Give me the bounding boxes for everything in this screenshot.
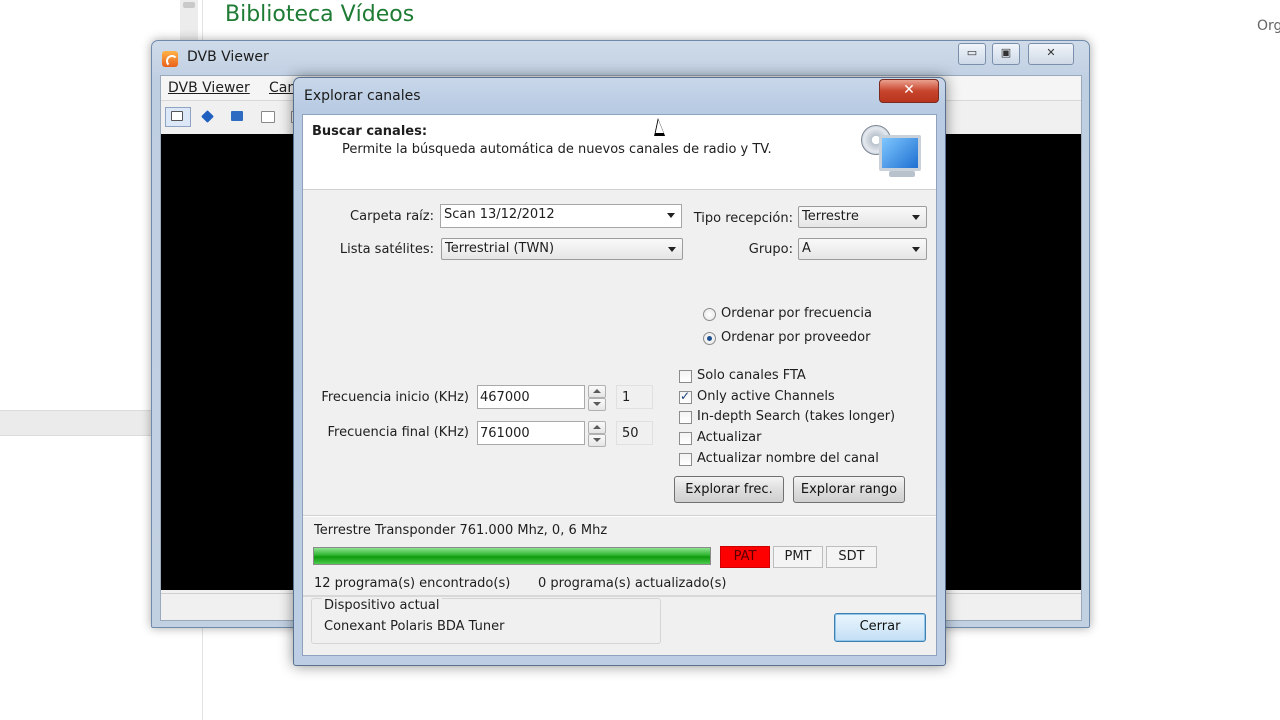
carpeta-raiz-value: Scan 13/12/2012 xyxy=(444,207,555,222)
explorar-canales-dialog: Explorar canales ✕ Buscar canales: Permi… xyxy=(293,77,946,666)
header-description: Permite la búsqueda automática de nuevos… xyxy=(342,142,772,157)
dispositivo-actual-legend: Dispositivo actual xyxy=(322,598,442,613)
dvb-viewer-app-icon xyxy=(162,51,178,67)
grupo-label: Grupo: xyxy=(748,242,793,257)
grupo-combo[interactable]: A xyxy=(798,238,927,260)
carpeta-raiz-combo[interactable]: Scan 13/12/2012 xyxy=(440,204,682,228)
checkbox-only-active[interactable] xyxy=(679,389,692,404)
progress-fill xyxy=(314,548,710,564)
pat-indicator: PAT xyxy=(720,546,770,568)
device-name: Conexant Polaris BDA Tuner xyxy=(324,619,505,634)
frecuencia-final-spinner[interactable] xyxy=(588,421,606,447)
tipo-recepcion-combo[interactable]: Terrestre xyxy=(798,206,927,228)
dialog-client: Buscar canales: Permite la búsqueda auto… xyxy=(302,114,937,656)
radio-ordenar-proveedor[interactable] xyxy=(703,332,716,345)
actualizar-label: Actualizar xyxy=(697,430,762,445)
sdt-indicator: SDT xyxy=(826,546,877,568)
checkbox-in-depth[interactable] xyxy=(679,411,692,424)
programs-updated: 0 programa(s) actualizado(s) xyxy=(538,576,727,591)
checkbox-actualizar-nombre[interactable] xyxy=(679,453,692,466)
pmt-indicator: PMT xyxy=(773,546,823,568)
frecuencia-inicio-value: 467000 xyxy=(480,390,530,405)
explorar-frec-button[interactable]: Explorar frec. xyxy=(674,476,784,503)
explorar-rango-button[interactable]: Explorar rango xyxy=(793,476,905,503)
solo-fta-label: Solo canales FTA xyxy=(697,368,806,383)
programs-found: 12 programa(s) encontrado(s) xyxy=(314,576,511,591)
library-title: Biblioteca Vídeos xyxy=(225,2,415,27)
checkbox-actualizar[interactable] xyxy=(679,432,692,445)
carpeta-raiz-label: Carpeta raíz: xyxy=(350,209,434,224)
in-depth-label: In-depth Search (takes longer) xyxy=(697,409,896,424)
menu-dvb-viewer[interactable]: DVB Viewer xyxy=(168,80,250,96)
header-title: Buscar canales: xyxy=(312,124,428,139)
actualizar-nombre-label: Actualizar nombre del canal xyxy=(697,451,879,466)
tipo-recepcion-label: Tipo recepción: xyxy=(693,211,793,226)
frecuencia-inicio-spinner[interactable] xyxy=(588,385,606,411)
computer-disc-icon xyxy=(859,121,925,185)
chevron-down-icon xyxy=(667,213,675,218)
frecuencia-final-step-value: 50 xyxy=(622,426,639,441)
frecuencia-inicio-step-value: 1 xyxy=(622,390,631,405)
dialog-header: Buscar canales: Permite la búsqueda auto… xyxy=(303,115,936,190)
frecuencia-final-label: Frecuencia final (KHz) xyxy=(327,425,469,440)
cerrar-button[interactable]: Cerrar xyxy=(834,613,926,642)
frecuencia-final-step[interactable]: 50 xyxy=(616,421,653,445)
dialog-close-button[interactable]: ✕ xyxy=(879,79,939,103)
chevron-down-icon xyxy=(912,247,920,252)
frecuencia-inicio-input[interactable]: 467000 xyxy=(477,385,585,409)
organize-menu[interactable]: Org xyxy=(1257,18,1280,34)
separator xyxy=(303,515,936,517)
frecuencia-inicio-step[interactable]: 1 xyxy=(616,385,653,409)
lista-satelites-combo[interactable]: Terrestrial (TWN) xyxy=(441,238,683,260)
lista-satelites-value: Terrestrial (TWN) xyxy=(445,241,555,256)
dispositivo-actual-group: Dispositivo actual Conexant Polaris BDA … xyxy=(311,598,661,644)
dialog-title: Explorar canales xyxy=(304,88,421,104)
scan-progress-bar xyxy=(313,547,711,565)
normal-view-icon[interactable] xyxy=(165,107,191,127)
dvb-viewer-title: DVB Viewer xyxy=(187,49,269,65)
osd-icon[interactable] xyxy=(255,107,281,127)
minimize-button[interactable]: ▭ xyxy=(958,43,986,65)
explorer-scrollbar[interactable] xyxy=(180,0,198,40)
separator xyxy=(303,595,936,597)
frecuencia-final-input[interactable]: 761000 xyxy=(477,421,585,445)
tipo-recepcion-value: Terrestre xyxy=(802,209,859,224)
checkbox-solo-fta[interactable] xyxy=(679,370,692,383)
frecuencia-inicio-label: Frecuencia inicio (KHz) xyxy=(321,390,469,405)
teletext-icon[interactable] xyxy=(225,107,251,127)
chevron-down-icon xyxy=(668,247,676,252)
ordenar-proveedor-label: Ordenar por proveedor xyxy=(721,330,871,345)
grupo-value: A xyxy=(802,241,811,256)
lista-satelites-label: Lista satélites: xyxy=(339,242,434,257)
chevron-down-icon xyxy=(912,215,920,220)
maximize-button[interactable]: ▣ xyxy=(992,43,1020,65)
radio-ordenar-frecuencia[interactable] xyxy=(703,308,716,321)
transponder-status: Terrestre Transponder 761.000 Mhz, 0, 6 … xyxy=(314,523,608,538)
ordenar-frecuencia-label: Ordenar por frecuencia xyxy=(721,306,872,321)
only-active-label: Only active Channels xyxy=(697,389,835,404)
frecuencia-final-value: 761000 xyxy=(480,426,530,441)
fullscreen-icon[interactable] xyxy=(195,107,221,127)
close-window-button[interactable]: ✕ xyxy=(1028,43,1074,65)
